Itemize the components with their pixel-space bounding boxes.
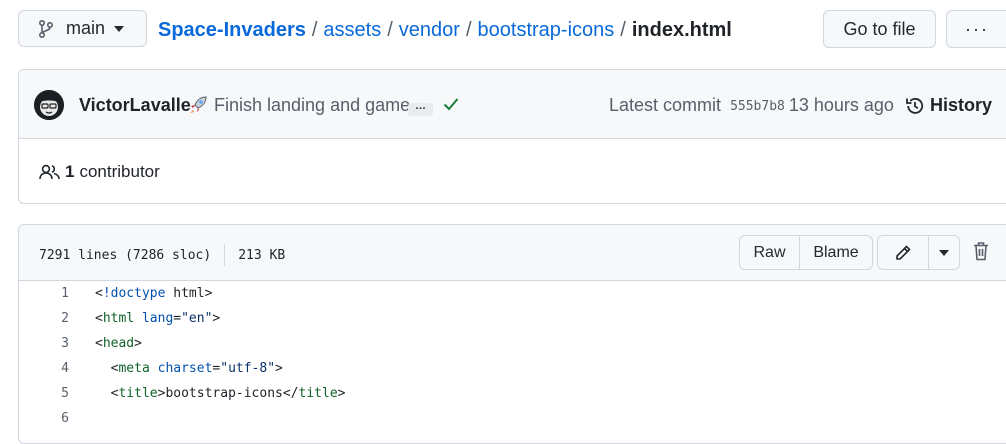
tag-rest: html> [165,286,213,301]
breadcrumb-separator: / [465,19,472,41]
people-icon [39,164,65,180]
line-number[interactable]: 1 [19,286,69,301]
line-number[interactable]: 6 [19,411,69,426]
tag-open: < [95,311,103,326]
file-header: 7291 lines (7286 sloc) 213 KB Raw Blame [19,225,1006,281]
code-line: 1 <!doctype html> [19,281,1006,306]
line-source: <!doctype html> [95,286,212,301]
tag-name: html [102,311,135,326]
tag-end-close: > [337,386,346,401]
breadcrumb-assets-link[interactable]: assets [323,19,381,41]
tag-open: < [95,286,103,301]
tag-open: < [95,336,103,351]
file-viewer: 7291 lines (7286 sloc) 213 KB Raw Blame [18,224,1006,444]
tag-close: > [212,311,221,326]
tag-end-name: title [298,386,338,401]
raw-blame-group: Raw Blame [739,235,873,270]
more-options-button[interactable]: ··· [946,10,1006,48]
latest-commit-info: Latest commit 555b7b8 13 hours ago [609,95,894,116]
tag-close: > [134,336,142,351]
line-number[interactable]: 4 [19,361,69,376]
chevron-down-icon [114,25,125,32]
branch-selector-button[interactable]: main [18,10,147,47]
commit-author-link[interactable]: VictorLavalle [79,95,191,116]
code-line: 5 <title>bootstrap-icons</title> [19,381,1006,406]
breadcrumb-separator: / [387,19,393,41]
rocket-emoji-icon [187,94,209,116]
line-number[interactable]: 5 [19,386,69,401]
contributors-link[interactable]: 1 contributor [39,162,160,182]
tag-name: meta [118,361,150,376]
git-branch-icon [39,19,53,38]
code-view: 1 <!doctype html> 2 <html lang="en"> 3 <… [19,281,1006,431]
tag-name: !doctype [102,286,166,301]
contributor-count: 1 [65,162,75,181]
line-source: <html lang="en"> [95,311,220,326]
line-number[interactable]: 2 [19,311,69,326]
edit-dropdown-button[interactable] [929,236,959,269]
history-label: History [930,95,993,115]
tag-text: bootstrap-icons [165,386,283,401]
contributor-label: contributor [79,162,160,181]
code-line: 6 [19,406,1006,431]
branch-name: main [66,18,106,38]
commit-box: VictorLavalle Finish landing and game … … [18,69,1006,204]
attr-name: lang [141,311,174,326]
history-icon [905,96,930,116]
code-line: 3 <head> [19,331,1006,356]
line-source: <title>bootstrap-icons</title> [95,386,346,401]
tag-name: title [118,386,158,401]
check-icon[interactable] [443,97,459,111]
breadcrumb-vendor-link[interactable]: vendor [399,19,460,41]
commit-sha-link[interactable]: 555b7b8 [730,99,785,114]
attr-eq: = [173,311,182,326]
line-number[interactable]: 3 [19,336,69,351]
pencil-icon [894,244,912,262]
blame-button[interactable]: Blame [800,236,872,269]
line-source: <meta charset="utf-8"> [95,361,283,376]
attr-value: "utf-8" [220,361,276,376]
edit-file-button[interactable] [878,236,929,269]
edit-group [877,235,960,270]
delete-file-button[interactable] [973,241,989,261]
code-line: 4 <meta charset="utf-8"> [19,356,1006,381]
tag-end-open: </ [282,386,299,401]
latest-commit-label: Latest commit [609,95,722,115]
avatar[interactable] [34,90,64,120]
breadcrumb-bootstrap-icons-link[interactable]: bootstrap-icons [478,19,615,41]
breadcrumb-separator: / [620,19,626,41]
latest-commit-row: VictorLavalle Finish landing and game … … [19,70,1006,139]
tag-close: > [275,361,283,376]
breadcrumb-repo-link[interactable]: Space-Invaders [158,19,306,41]
code-line: 2 <html lang="en"> [19,306,1006,331]
commit-message-link[interactable]: Finish landing and game [214,95,410,116]
attr-name: charset [157,361,213,376]
contributors-row: 1 contributor [19,139,1006,203]
breadcrumb-separator: / [311,19,318,41]
file-line-count: 7291 lines (7286 sloc) [39,247,212,263]
commit-time: 13 hours ago [788,95,894,115]
breadcrumb-current-file: index.html [631,19,732,41]
file-size: 213 KB [238,247,286,263]
expand-commit-message-button[interactable]: … [408,101,433,116]
trash-icon [974,242,988,261]
raw-button[interactable]: Raw [740,236,800,269]
tag-name: head [102,336,135,351]
divider [224,244,226,266]
breadcrumb: Space-Invaders / assets / vendor / bootstrap-i… [158,19,732,42]
file-info: 7291 lines (7286 sloc) 213 KB [39,244,285,266]
history-link[interactable]: History [905,95,992,116]
chevron-down-icon [939,249,949,256]
go-to-file-button[interactable]: Go to file [823,10,936,48]
attr-value: "en" [181,311,213,326]
line-source: <head> [95,336,142,351]
